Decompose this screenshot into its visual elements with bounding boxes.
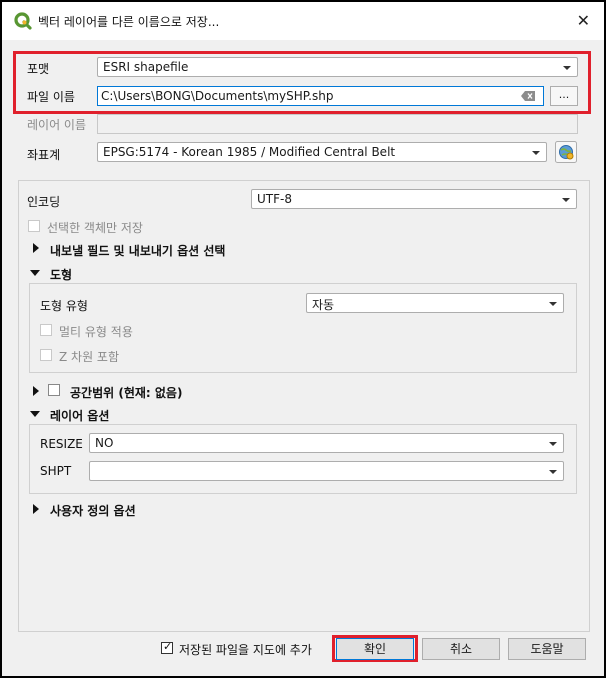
cancel-button[interactable]: 취소	[422, 638, 500, 660]
ok-button[interactable]: 확인	[336, 638, 414, 660]
shpt-select[interactable]	[89, 461, 564, 481]
add-to-map-label: 저장된 파일을 지도에 추가	[179, 643, 312, 657]
title-bar: 벡터 레이어를 다른 이름으로 저장... ✕	[2, 2, 604, 40]
expand-right-icon[interactable]	[33, 386, 39, 396]
chevron-down-icon	[549, 470, 557, 474]
extent-checkbox[interactable]	[48, 384, 60, 396]
z-dimension-checkbox	[40, 349, 52, 361]
layer-options-header[interactable]: 레이어 옵션	[50, 407, 109, 424]
resize-select[interactable]: NO	[89, 433, 564, 453]
chevron-down-icon	[532, 151, 540, 155]
selected-only-label: 선택한 객체만 저장	[47, 221, 143, 235]
multi-type-label: 멀티 유형 적용	[59, 325, 133, 339]
layername-input	[97, 114, 578, 134]
resize-value: NO	[95, 436, 114, 450]
chevron-down-icon	[563, 66, 571, 70]
z-dimension-label: Z 차원 포함	[59, 350, 120, 364]
shpt-label: SHPT	[40, 464, 72, 478]
help-button[interactable]: 도움말	[508, 638, 586, 660]
chevron-down-icon	[562, 198, 570, 202]
multi-type-checkbox	[40, 324, 52, 336]
fields-section-header[interactable]: 내보낼 필드 및 내보내기 옵션 선택	[50, 242, 225, 259]
close-icon[interactable]: ✕	[577, 11, 590, 30]
chevron-down-icon	[549, 442, 557, 446]
window-title: 벡터 레이어를 다른 이름으로 저장...	[38, 15, 220, 29]
browse-button[interactable]: ...	[550, 86, 578, 106]
collapse-down-icon[interactable]	[30, 270, 40, 276]
filename-value: C:\Users\BONG\Documents\mySHP.shp	[101, 89, 334, 103]
expand-right-icon[interactable]	[33, 504, 39, 514]
crs-value: EPSG:5174 - Korean 1985 / Modified Centr…	[103, 145, 396, 159]
clear-text-icon[interactable]	[521, 91, 535, 101]
encoding-label: 인코딩	[27, 195, 61, 209]
format-value: ESRI shapefile	[103, 60, 189, 74]
geometry-section-header[interactable]: 도형	[50, 266, 72, 283]
expand-right-icon[interactable]	[33, 243, 39, 253]
filename-label: 파일 이름	[27, 90, 75, 104]
encoding-value: UTF-8	[257, 192, 292, 206]
filename-input[interactable]: C:\Users\BONG\Documents\mySHP.shp	[97, 86, 544, 106]
qgis-logo-icon	[14, 12, 32, 30]
custom-options-header[interactable]: 사용자 정의 옵션	[50, 502, 136, 519]
crs-selector-globe-icon[interactable]	[555, 141, 577, 163]
geometry-type-select[interactable]: 자동	[306, 293, 564, 313]
geometry-type-value: 자동	[312, 298, 335, 312]
chevron-down-icon	[549, 302, 557, 306]
crs-select[interactable]: EPSG:5174 - Korean 1985 / Modified Centr…	[97, 142, 547, 162]
add-to-map-checkbox[interactable]	[161, 640, 173, 654]
crs-label: 좌표계	[27, 148, 61, 162]
geometry-type-label: 도형 유형	[40, 299, 88, 313]
encoding-select[interactable]: UTF-8	[251, 189, 577, 209]
extent-section-header[interactable]: 공간범위 (현재: 없음)	[70, 384, 182, 401]
format-select[interactable]: ESRI shapefile	[97, 57, 578, 77]
collapse-down-icon[interactable]	[30, 411, 40, 417]
layername-label: 레이어 이름	[27, 118, 87, 132]
resize-label: RESIZE	[40, 437, 83, 451]
format-label: 포맷	[27, 62, 50, 76]
selected-only-checkbox	[28, 220, 40, 232]
